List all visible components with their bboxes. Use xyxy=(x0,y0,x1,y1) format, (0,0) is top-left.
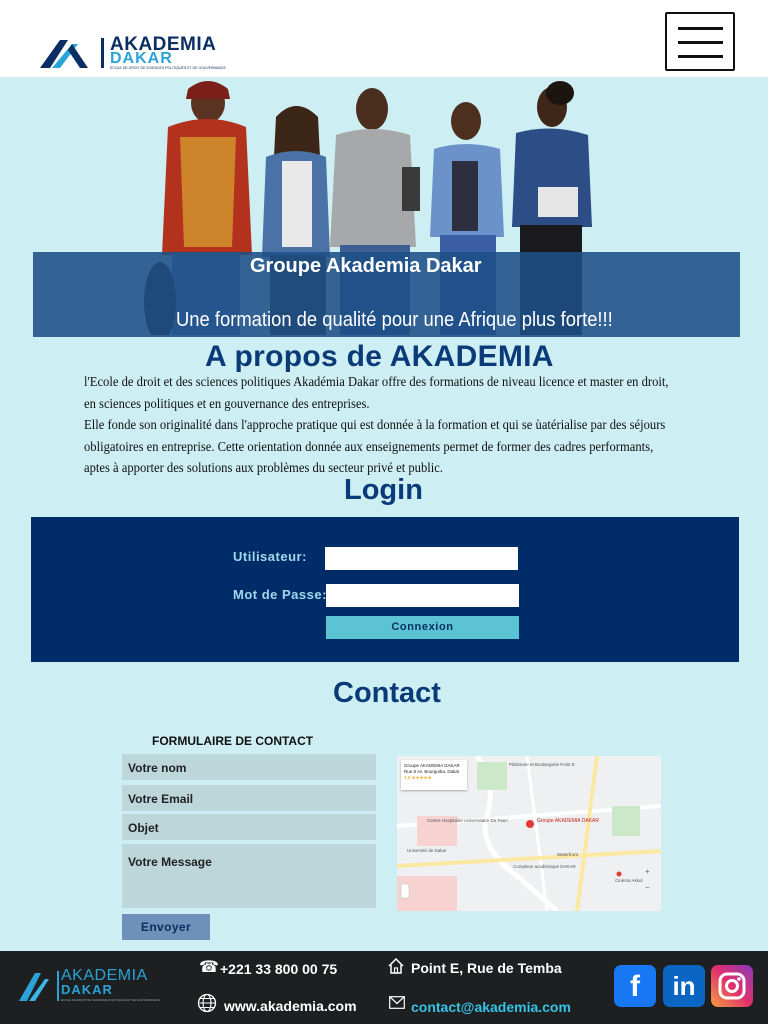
hamburger-menu-icon[interactable] xyxy=(665,12,735,71)
footer-phone[interactable]: +221 33 800 00 75 xyxy=(220,961,337,977)
map-place-label: Pâtisserie et Boulangerie Point E xyxy=(509,762,575,767)
menu-bar xyxy=(678,41,723,44)
map-place-label: Waterfront xyxy=(557,852,578,857)
footer-logo-mark-icon xyxy=(19,971,59,1001)
message-field[interactable]: Votre Message xyxy=(122,844,376,908)
send-button[interactable]: Envoyer xyxy=(122,914,210,940)
map-place-label: Université de Dakar xyxy=(407,848,447,853)
envelope-icon xyxy=(389,996,405,1009)
about-line: en sciences politiques et en gouvernance… xyxy=(84,396,370,412)
password-label: Mot de Passe: xyxy=(233,587,327,602)
footer-brand-line2: DAKAR xyxy=(61,982,113,997)
map-place-label: Complexe académique DAKAR xyxy=(513,864,576,869)
brand-tagline: ECOLE DE DROIT DE SCIENCES POLITIQUES ET… xyxy=(110,66,226,70)
instagram-glyph xyxy=(718,972,746,1000)
menu-bar xyxy=(678,27,723,30)
logo-mark-icon xyxy=(40,38,104,68)
about-line: obligatoires en entreprise. Cette orient… xyxy=(84,439,654,455)
hero-title: Groupe Akademia Dakar xyxy=(250,255,482,277)
brand-logo[interactable]: AKADEMIA DAKAR ECOLE DE DROIT DE SCIENCE… xyxy=(38,30,238,74)
globe-icon xyxy=(197,993,217,1013)
instagram-icon[interactable] xyxy=(711,965,753,1007)
menu-bar xyxy=(678,55,723,58)
map-place-label: Centre Hospitalier Universitaire De Fann xyxy=(427,818,508,823)
footer-website-link[interactable]: www.akademia.com xyxy=(224,998,357,1014)
password-input[interactable] xyxy=(326,584,519,607)
map-pin-label: Groupe AKADEMIA DAKAR xyxy=(537,818,599,824)
about-title: A propos de AKADEMIA xyxy=(205,340,554,373)
map-place-card[interactable]: Groupe AKADEMIA DAKAR Rue 8 Av. Bourguib… xyxy=(401,760,467,790)
name-field[interactable]: Votre nom xyxy=(122,754,376,780)
site-header: AKADEMIA DAKAR ECOLE DE DROIT DE SCIENCE… xyxy=(0,0,768,77)
footer-address: Point E, Rue de Temba xyxy=(411,960,562,976)
footer-brand-tagline: ECOLE DE DROIT DE SCIENCES POLITIQUES ET… xyxy=(61,998,161,1002)
username-label: Utilisateur: xyxy=(233,549,307,564)
svg-text:−: − xyxy=(645,883,650,892)
email-field[interactable]: Votre Email xyxy=(122,785,376,811)
svg-text:+: + xyxy=(645,867,650,876)
login-submit-button[interactable]: Connexion xyxy=(326,616,519,639)
home-icon xyxy=(388,957,404,974)
contact-form-heading: FORMULAIRE DE CONTACT xyxy=(152,734,314,748)
linkedin-icon[interactable]: in xyxy=(663,965,705,1007)
about-line: Elle fonde son originalité dans l'approc… xyxy=(84,418,666,433)
map-card-rating: 4,5 ★★★★★ xyxy=(404,775,432,780)
map-place-label: Cinéma Akkol xyxy=(615,878,643,883)
location-map[interactable]: + − Groupe AKADEMIA DAKAR Rue 8 Av. Bour… xyxy=(397,756,661,911)
map-pin-icon xyxy=(526,820,534,828)
facebook-icon[interactable]: f xyxy=(614,965,656,1007)
username-input[interactable] xyxy=(325,547,518,570)
footer-email-link[interactable]: contact@akademia.com xyxy=(411,999,571,1015)
phone-icon: ☎ xyxy=(199,959,219,976)
hero-subtitle: Une formation de qualité pour une Afriqu… xyxy=(176,309,613,331)
login-title: Login xyxy=(344,474,423,506)
about-line: l'Ecole de droit et des sciences politiq… xyxy=(84,375,669,390)
contact-title: Contact xyxy=(333,677,441,709)
subject-field[interactable]: Objet xyxy=(122,814,376,840)
about-description: l'Ecole de droit et des sciences politiq… xyxy=(84,372,704,480)
